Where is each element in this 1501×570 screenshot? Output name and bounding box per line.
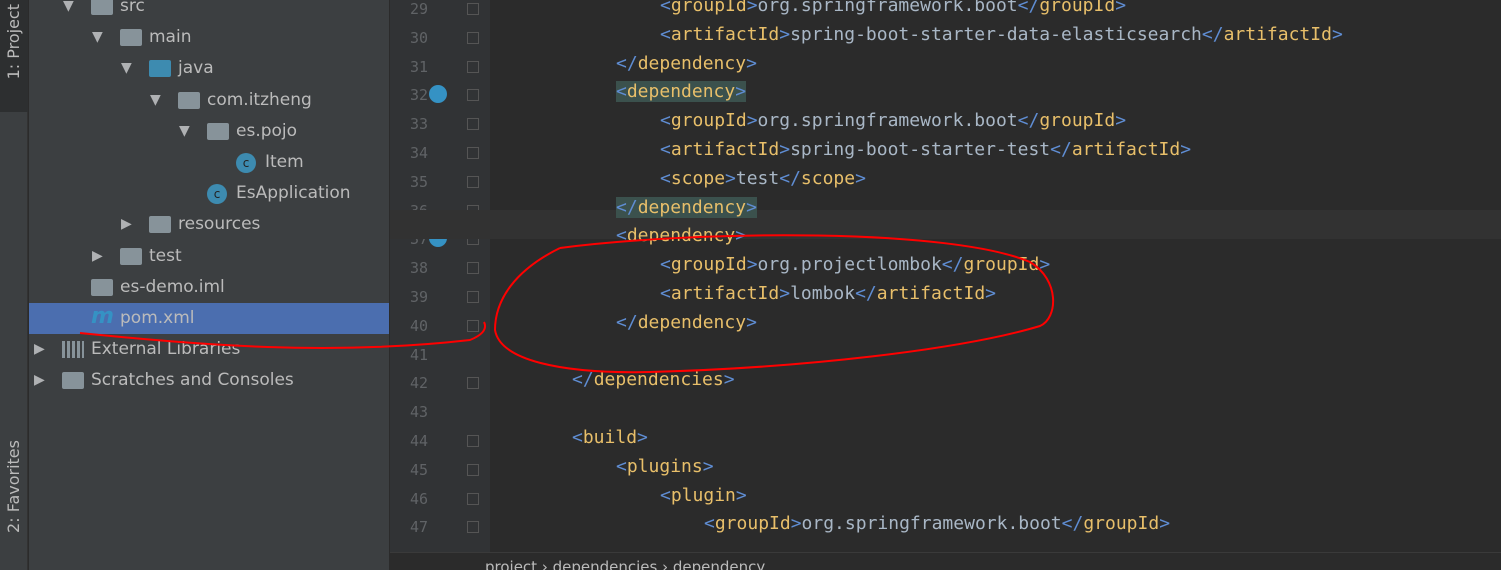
red-annotation [79,234,1054,374]
annotation-circle [493,234,1054,374]
annotation-underline [79,321,486,349]
